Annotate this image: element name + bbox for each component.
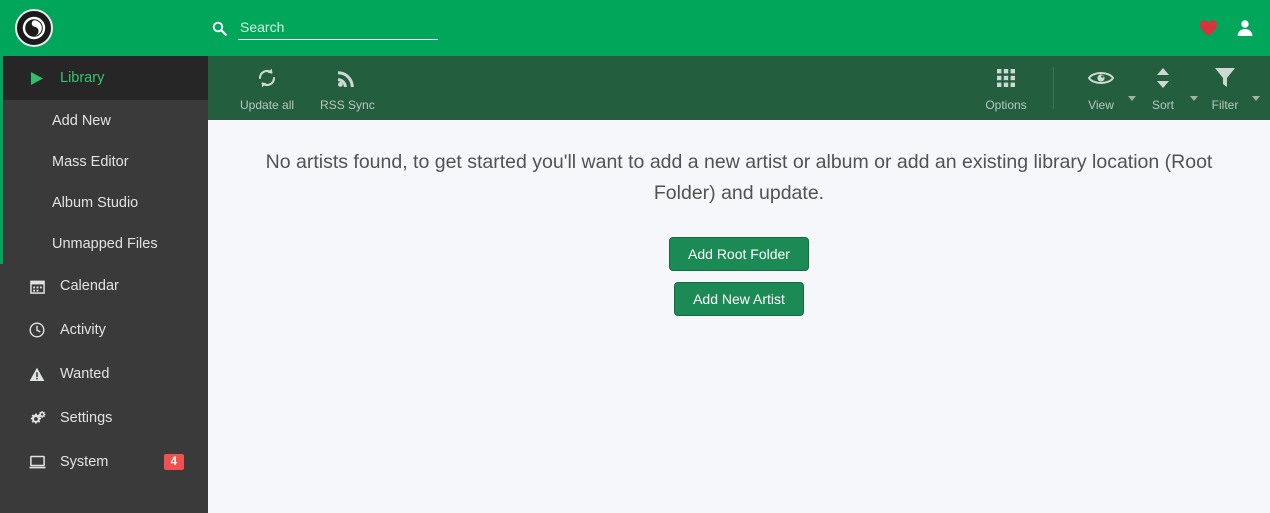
sidebar-item-album-studio[interactable]: Album Studio (0, 182, 208, 223)
sidebar-item-label: Album Studio (52, 194, 139, 211)
update-all-button[interactable]: Update all (234, 65, 300, 112)
sidebar-item-library[interactable]: Library (0, 56, 208, 100)
toolbar-button-label: Update all (240, 97, 295, 112)
sidebar-item-system[interactable]: System 4 (0, 440, 208, 484)
sidebar-item-label: Settings (60, 410, 113, 426)
sidebar-item-add-new[interactable]: Add New (0, 100, 208, 141)
options-button[interactable]: Options (975, 65, 1037, 112)
sort-arrows-icon (1156, 65, 1170, 91)
sidebar-group-library: Library Add New Mass Editor Album Studio… (0, 56, 208, 264)
sidebar-item-settings[interactable]: Settings (0, 396, 208, 440)
sidebar-item-wanted[interactable]: Wanted (0, 352, 208, 396)
empty-state-actions: Add Root Folder Add New Artist (208, 237, 1270, 317)
logo-area (0, 0, 208, 56)
sidebar-item-label: Wanted (60, 366, 110, 382)
sidebar-item-unmapped-files[interactable]: Unmapped Files (0, 223, 208, 264)
sort-button[interactable]: Sort (1132, 65, 1198, 112)
sidebar: Library Add New Mass Editor Album Studio… (0, 56, 208, 513)
refresh-icon (255, 65, 279, 91)
sidebar-item-calendar[interactable]: Calendar (0, 264, 208, 308)
sidebar-item-label: Calendar (60, 278, 119, 294)
grid-icon (996, 65, 1016, 91)
funnel-icon (1214, 65, 1236, 91)
add-root-folder-button[interactable]: Add Root Folder (669, 237, 809, 272)
rss-icon (336, 65, 358, 91)
sidebar-item-activity[interactable]: Activity (0, 308, 208, 352)
toolbar-left-group: Update all RSS Sync (208, 65, 381, 112)
search-icon (208, 21, 230, 36)
status-badge: 4 (163, 454, 184, 470)
empty-state-message: No artists found, to get started you'll … (265, 151, 1213, 205)
monitor-icon (26, 455, 48, 470)
view-button[interactable]: View (1070, 65, 1136, 112)
header-actions (1199, 0, 1254, 56)
rss-sync-button[interactable]: RSS Sync (314, 65, 381, 112)
user-icon[interactable] (1236, 19, 1254, 37)
sidebar-item-label: System (60, 454, 109, 470)
calendar-icon (26, 279, 48, 294)
toolbar-button-label: RSS Sync (320, 97, 375, 112)
toolbar-right-group: Options View Sort Filter (975, 65, 1270, 112)
eye-icon (1088, 65, 1114, 91)
sidebar-item-label: Unmapped Files (52, 235, 158, 252)
toolbar-button-label: Sort (1151, 97, 1174, 112)
search-box[interactable] (208, 16, 438, 40)
heart-icon[interactable] (1199, 19, 1218, 37)
sidebar-item-label: Mass Editor (52, 153, 129, 170)
content-toolbar: Update all RSS Sync Options View Sort Fi… (208, 56, 1270, 120)
toolbar-divider (1053, 67, 1054, 109)
toolbar-button-label: Filter (1211, 97, 1239, 112)
warning-triangle-icon (26, 367, 48, 382)
add-new-artist-button[interactable]: Add New Artist (674, 282, 804, 317)
sidebar-item-label: Library (60, 70, 105, 86)
clock-icon (26, 322, 48, 338)
main-content: No artists found, to get started you'll … (208, 120, 1270, 513)
play-triangle-icon (26, 71, 48, 86)
sidebar-item-mass-editor[interactable]: Mass Editor (0, 141, 208, 182)
filter-button[interactable]: Filter (1194, 65, 1260, 112)
search-input[interactable] (238, 16, 438, 40)
chevron-down-icon[interactable] (1252, 95, 1260, 101)
lidarr-logo-icon[interactable] (15, 9, 53, 47)
sidebar-item-label: Activity (60, 322, 106, 338)
top-header (0, 0, 1270, 56)
toolbar-button-label: Options (985, 97, 1027, 112)
gears-icon (26, 410, 48, 426)
sidebar-item-label: Add New (52, 112, 111, 129)
toolbar-button-label: View (1088, 97, 1114, 112)
app-root: Library Add New Mass Editor Album Studio… (0, 0, 1270, 513)
